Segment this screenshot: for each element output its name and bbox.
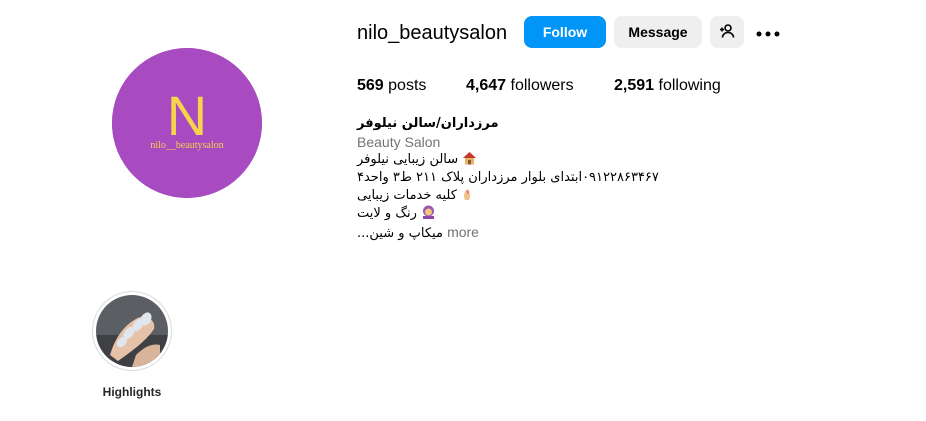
following-label: following	[658, 77, 721, 94]
logo-text: nilo__beautysalon	[150, 140, 223, 151]
posts-label: posts	[388, 77, 427, 94]
profile-username: nilo_beautysalon	[357, 22, 508, 44]
posts-number: 569	[357, 77, 384, 94]
follow-button[interactable]: Follow	[524, 16, 606, 48]
person-add-icon	[719, 23, 735, 42]
highlight-label: Highlights	[102, 385, 162, 399]
bio-line-text: میکاپ و شین...	[357, 226, 443, 241]
bio-full-name: مرزداران/سالن نیلوفر	[357, 116, 499, 131]
profile-avatar[interactable]: N nilo__beautysalon	[112, 48, 262, 198]
bio-category: Beauty Salon	[357, 134, 441, 150]
message-button[interactable]: Message	[614, 16, 702, 48]
highlight-cover-image	[96, 295, 168, 367]
followers-number: 4,647	[466, 77, 507, 94]
more-options-button[interactable]	[752, 16, 784, 48]
bio-line-text: کلیه خدمات زیبایی	[357, 188, 457, 203]
bio-more-link[interactable]: more	[447, 224, 479, 240]
following-number: 2,591	[614, 77, 655, 94]
logo-letter: N	[167, 84, 207, 147]
highlight-ring	[92, 291, 172, 371]
posts-count: 569 posts	[357, 77, 426, 95]
bio-line-text: رنگ و لایت	[357, 206, 417, 221]
bio-line-address: ۰۹۱۲۲۸۶۳۴۶۷ابتدای بلوار مرزداران پلاک ۲۱…	[357, 169, 677, 187]
bio-line-text: سالن زیبایی نیلوفر	[357, 152, 459, 167]
followers-label: followers	[510, 77, 574, 94]
bio-line-makeup: میکاپ و شین... more	[357, 223, 677, 243]
house-icon	[462, 151, 477, 165]
hairdresser-icon	[421, 205, 436, 219]
salon-logo: N nilo__beautysalon	[112, 48, 262, 198]
suggest-similar-button[interactable]	[710, 16, 744, 48]
profile-bio: مرزداران/سالن نیلوفر Beauty Salon سالن ز…	[357, 115, 677, 243]
nail-polish-icon	[461, 187, 476, 201]
bio-line-text: ۰۹۱۲۲۸۶۳۴۶۷ابتدای بلوار مرزداران پلاک ۲۱…	[357, 170, 659, 185]
story-highlight[interactable]: Highlights	[90, 291, 174, 399]
bio-line-services: کلیه خدمات زیبایی	[357, 187, 677, 205]
bio-line-color: رنگ و لایت	[357, 205, 677, 223]
profile-page: N nilo__beautysalon nilo_beautysalon Fol…	[0, 0, 926, 421]
more-options-icon	[756, 24, 780, 40]
bio-line-salon: سالن زیبایی نیلوفر	[357, 151, 677, 169]
following-link[interactable]: 2,591 following	[614, 77, 721, 95]
followers-link[interactable]: 4,647 followers	[466, 77, 574, 95]
